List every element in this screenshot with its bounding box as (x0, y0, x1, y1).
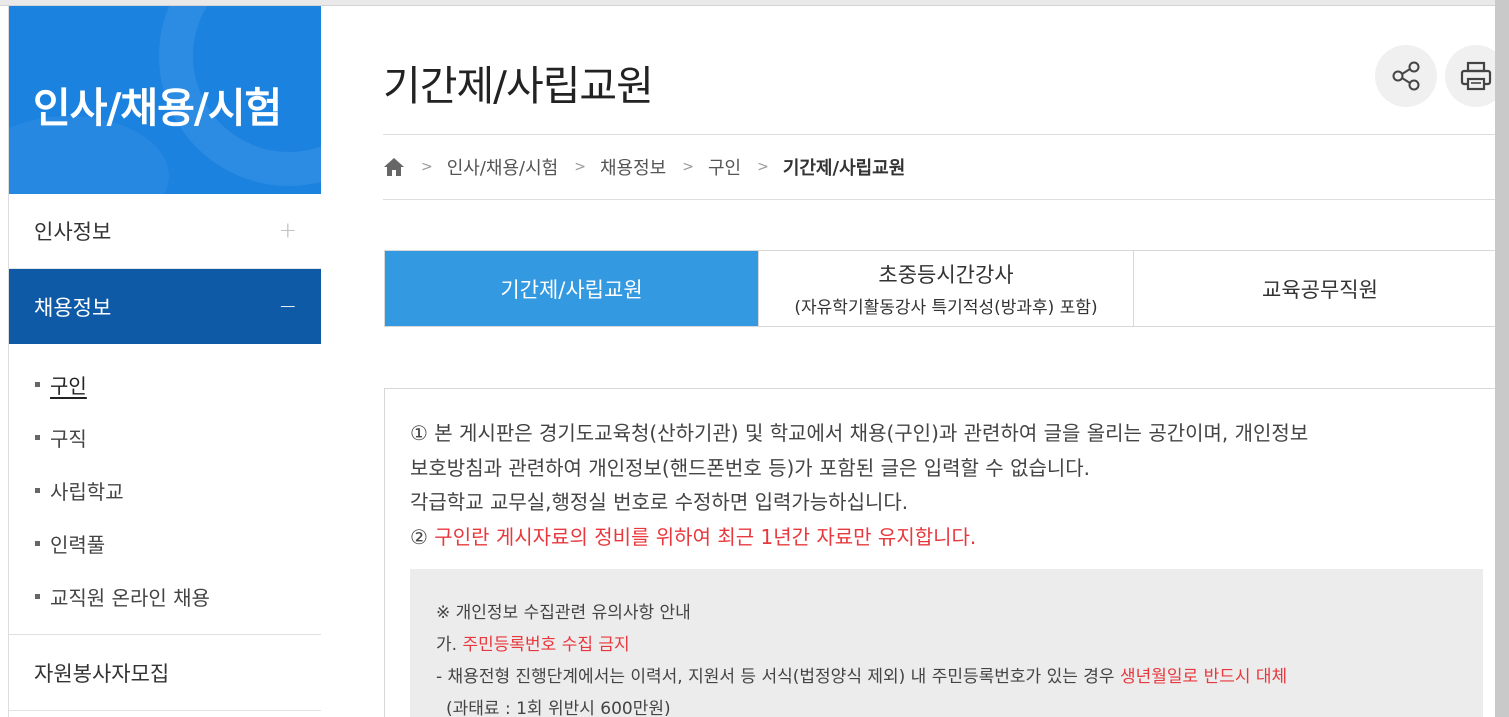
sidebar-item-label: 채용정보 (34, 295, 112, 320)
tab-education-staff[interactable]: 교육공무직원 (1134, 251, 1506, 326)
notice-number: ② (410, 524, 435, 549)
chevron-right-icon: > (421, 159, 433, 175)
tab-part-time-instructors[interactable]: 초중등시간강사 (자유학기활동강사 특기적성(방과후) 포함) (759, 251, 1134, 326)
sidebar-title: 인사/채용/시험 (33, 84, 282, 132)
chevron-right-icon: > (682, 159, 694, 175)
home-icon[interactable] (383, 157, 405, 177)
submenu-item-online-recruitment[interactable]: 교직원 온라인 채용 (9, 570, 321, 623)
tab-fixed-term-private-teachers[interactable]: 기간제/사립교원 (385, 251, 759, 326)
bullet-icon (35, 488, 40, 493)
board-notice: ① 본 게시판은 경기도교육청(산하기관) 및 학교에서 채용(구인)과 관련하… (410, 416, 1308, 554)
info-detail-text: - 채용전형 진행단계에서는 이력서, 지원서 등 서식(법정양식 제외) 내 … (436, 667, 1120, 687)
sidebar-submenu: 구인 구직 사립학교 인력풀 교직원 온라인 채용 (9, 344, 321, 635)
submenu-item-talent-pool[interactable]: 인력풀 (9, 517, 321, 570)
tab-label: 기간제/사립교원 (500, 277, 643, 302)
category-tabs: 기간제/사립교원 초중등시간강사 (자유학기활동강사 특기적성(방과후) 포함)… (384, 250, 1507, 327)
expand-icon[interactable]: + (279, 219, 297, 244)
sidebar-item-volunteer-recruitment[interactable]: 자원봉사자모집 (9, 635, 321, 711)
bullet-icon (35, 435, 40, 440)
bullet-icon (35, 594, 40, 599)
sidebar-item-label: 인사정보 (34, 220, 112, 244)
divider (383, 134, 1495, 135)
notice-warning: 구인란 게시자료의 정비를 위하여 최근 1년간 자료만 유지합니다. (434, 524, 977, 549)
sidebar-header: 인사/채용/시험 (9, 6, 321, 194)
breadcrumb: > 인사/채용/시험 > 채용정보 > 구인 > 기간제/사립교원 (383, 152, 905, 182)
submenu-item-label: 구직 (50, 427, 87, 451)
breadcrumb-current: 기간제/사립교원 (782, 158, 906, 179)
submenu-item-job-seekers[interactable]: 구직 (9, 411, 321, 464)
info-heading: ※ 개인정보 수집관련 유의사항 안내 (436, 603, 691, 623)
breadcrumb-item[interactable]: 채용정보 (600, 154, 666, 180)
notice-line: ② 구인란 게시자료의 정비를 위하여 최근 1년간 자료만 유지합니다. (410, 520, 1308, 555)
info-item-warning: 주민등록번호 수집 금지 (462, 635, 630, 655)
collapse-icon[interactable]: − (279, 294, 297, 319)
submenu-item-label: 교직원 온라인 채용 (50, 586, 210, 610)
breadcrumb-item[interactable]: 구인 (708, 154, 741, 180)
print-icon (1460, 61, 1492, 91)
share-button[interactable] (1375, 45, 1437, 107)
notice-line: 보호방침과 관련하여 개인정보(핸드폰번호 등)가 포함된 글은 입력할 수 없… (410, 455, 1091, 480)
privacy-info-box: ※ 개인정보 수집관련 유의사항 안내 가. 주민등록번호 수집 금지 - 채용… (410, 569, 1483, 717)
tab-sublabel: (자유학기활동강사 특기적성(방과후) 포함) (794, 298, 1098, 318)
submenu-item-label: 인력풀 (50, 533, 106, 557)
bullet-icon (35, 541, 40, 546)
sidebar-item-personnel-info[interactable]: 인사정보 + (9, 194, 321, 269)
chevron-right-icon: > (757, 159, 769, 175)
sidebar-item-recruitment-info[interactable]: 채용정보 − (9, 269, 321, 344)
info-item-prefix: 가. (436, 635, 463, 655)
notice-line: 각급학교 교무실,행정실 번호로 수정하면 입력가능하십니다. (410, 490, 909, 514)
submenu-item-job-offers[interactable]: 구인 (9, 358, 321, 411)
share-icon (1392, 61, 1420, 91)
left-gutter (0, 6, 9, 717)
sidebar: 인사/채용/시험 인사정보 + 채용정보 − 구인 구직 사립학교 인력풀 교직… (9, 6, 321, 717)
info-detail-warning: 생년월일로 반드시 대체 (1119, 667, 1288, 687)
tab-label: 교육공무직원 (1262, 277, 1378, 302)
breadcrumb-item[interactable]: 인사/채용/시험 (447, 154, 559, 180)
window-edge (1495, 0, 1509, 717)
submenu-item-private-schools[interactable]: 사립학교 (9, 464, 321, 517)
submenu-item-label: 구인 (50, 374, 87, 398)
info-detail-next: (과태료 : 1회 위반시 600만원) (446, 699, 671, 717)
page-title: 기간제/사립교원 (383, 62, 654, 110)
sidebar-item-label: 자원봉사자모집 (34, 661, 170, 686)
chevron-right-icon: > (574, 159, 586, 175)
tab-label: 초중등시간강사 (878, 263, 1014, 287)
notice-line: ① 본 게시판은 경기도교육청(산하기관) 및 학교에서 채용(구인)과 관련하… (410, 421, 1309, 445)
info-item: 가. 주민등록번호 수집 금지 (436, 629, 1483, 661)
info-detail: - 채용전형 진행단계에서는 이력서, 지원서 등 서식(법정양식 제외) 내 … (436, 661, 1483, 693)
bullet-icon (35, 382, 40, 387)
divider (383, 199, 1495, 200)
submenu-item-label: 사립학교 (50, 480, 124, 504)
